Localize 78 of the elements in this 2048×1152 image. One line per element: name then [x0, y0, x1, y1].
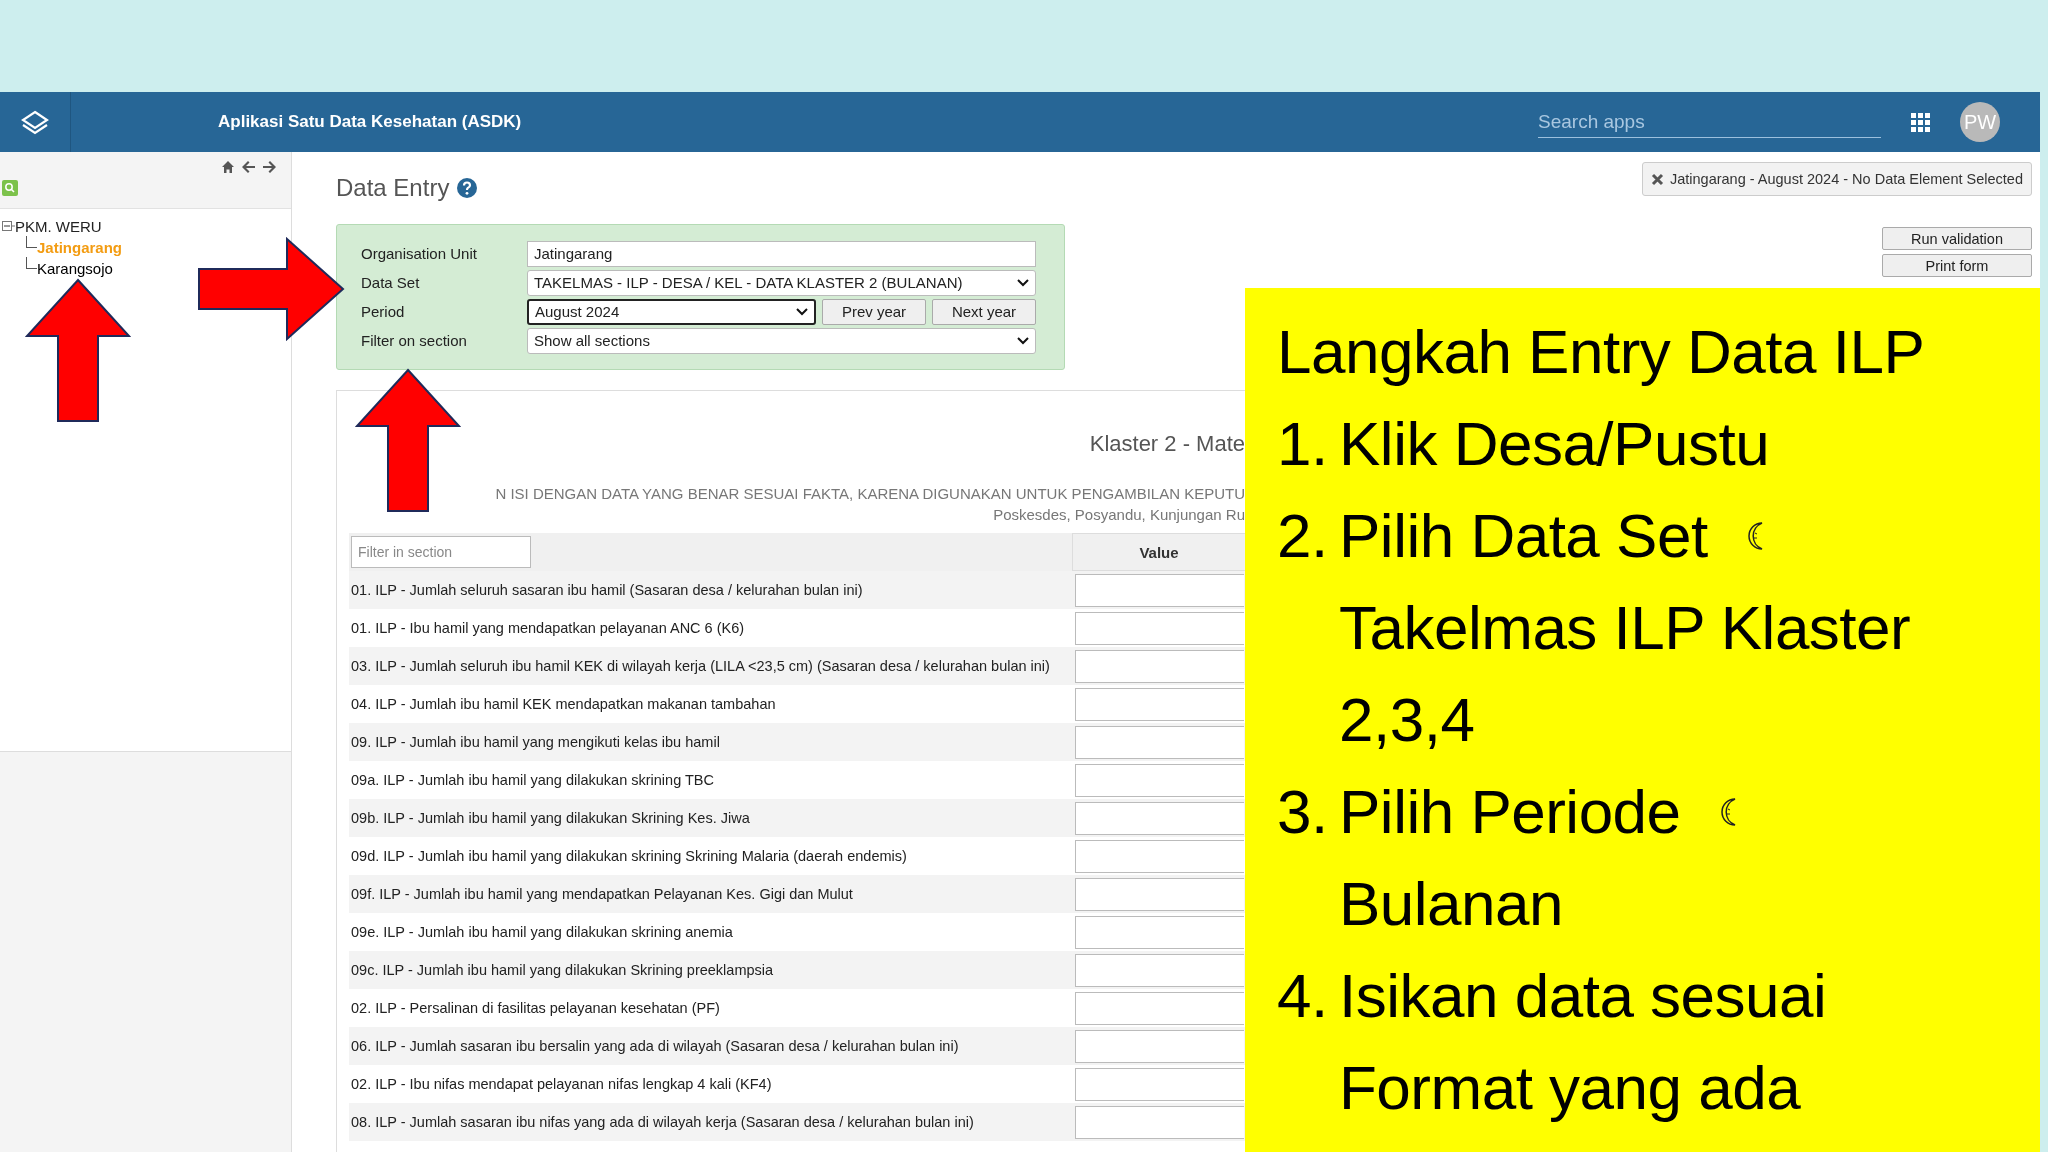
period-button[interactable]: Prev year: [822, 298, 926, 325]
step-number: 4.: [1277, 960, 1329, 1032]
field-label: Organisation Unit: [361, 245, 478, 262]
field-label: Period: [361, 303, 406, 320]
section-title: Klaster 2 - Mate: [1088, 431, 1245, 458]
step-number: 1.: [1277, 408, 1329, 480]
value-field[interactable]: [1075, 573, 1244, 607]
step-text: Pilih Data Set: [1339, 500, 1708, 572]
field-label: Data Set: [361, 274, 421, 291]
action-button[interactable]: Print form: [1882, 254, 2032, 277]
data-element-label: 02. ILP - Persalinan di fasilitas pelayanan kesehatan (PF): [350, 1000, 721, 1016]
column-header: Value: [1072, 533, 1245, 571]
step-number: 3.: [1277, 776, 1329, 848]
chevron-down-icon: [1017, 278, 1029, 287]
data-element-label: 04. ILP - Jumlah ibu hamil KEK mendapatkan makanan tambahan: [350, 696, 777, 712]
data-element-label: 06. ILP - Jumlah sasaran ibu bersalin yang ada di wilayah (Sasaran desa / kelurahan bulan ini): [350, 1038, 960, 1054]
data-element-label: 09d. ILP - Jumlah ibu hamil yang dilakukan skrining Skrining Malaria (daerah endemis): [350, 848, 908, 864]
value-field[interactable]: [1075, 1029, 1244, 1063]
step-text: Pilih Periode: [1339, 776, 1681, 848]
apps-grid-icon[interactable]: [1911, 112, 1930, 132]
value-field[interactable]: [1075, 915, 1244, 949]
search-field[interactable]: Search apps: [1538, 106, 1881, 138]
home-icon[interactable]: [221, 160, 235, 174]
forward-arrow-icon[interactable]: [262, 160, 277, 174]
step-text: Bulanan: [1339, 868, 1564, 940]
step-text: 2,3,4: [1339, 684, 1475, 756]
step-number: 2.: [1277, 500, 1329, 572]
callout-title: Langkah Entry Data ILP: [1277, 316, 1926, 388]
chevron-down-icon: [1017, 336, 1029, 345]
step-text: Isikan data sesuai: [1339, 960, 1827, 1032]
select-field[interactable]: TAKELMAS - ILP - DESA / KEL - DATA KLASTER 2 (BULANAN): [527, 269, 1036, 296]
help-icon[interactable]: [457, 178, 478, 198]
value-field[interactable]: [1075, 687, 1244, 721]
chevron-down-icon: [796, 307, 808, 316]
layers-logo-icon[interactable]: [20, 108, 50, 136]
data-element-label: 09a. ILP - Jumlah ibu hamil yang dilakukan skrining TBC: [350, 772, 715, 788]
section-subtitle: Poskesdes, Posyandu, Kunjungan Ru: [992, 506, 1245, 523]
value-field[interactable]: [1075, 649, 1244, 683]
close-icon[interactable]: [1650, 172, 1664, 186]
value-field[interactable]: [1075, 725, 1244, 759]
select-field[interactable]: August 2024: [527, 298, 816, 325]
search-icon[interactable]: [2, 180, 18, 196]
field-label: Filter on section: [361, 332, 468, 349]
value-field[interactable]: [1075, 1105, 1244, 1139]
status-text: Jatingarang - August 2024 - No Data Element Selected: [1669, 171, 2023, 187]
select-field[interactable]: Show all sections: [527, 327, 1036, 354]
data-element-label: 08. ILP - Jumlah sasaran ibu nifas yang ada di wilayah kerja (Sasaran desa / kelurahan bulan ini): [350, 1114, 975, 1130]
page-title: Data Entry: [336, 174, 450, 202]
period-button[interactable]: Next year: [932, 298, 1036, 325]
value-field[interactable]: [1075, 953, 1244, 987]
filter-field[interactable]: Filter in section: [351, 536, 531, 568]
value-field[interactable]: [1075, 801, 1244, 835]
data-element-label: 09. ILP - Jumlah ibu hamil yang mengikuti kelas ibu hamil: [350, 734, 721, 750]
data-element-label: 09b. ILP - Jumlah ibu hamil yang dilakukan Skrining Kes. Jiwa: [350, 810, 751, 826]
data-element-label: 03. ILP - Jumlah seluruh ibu hamil KEK di wilayah kerja (LILA <23,5 cm) (Sasaran desa / kelurahan bulan ini): [350, 658, 1051, 674]
data-element-label: 09e. ILP - Jumlah ibu hamil yang dilakukan skrining anemia: [350, 924, 734, 940]
app-title: Aplikasi Satu Data Kesehatan (ASDK): [218, 112, 523, 132]
data-element-label: 01. ILP - Jumlah seluruh sasaran ibu hamil (Sasaran desa / kelurahan bulan ini): [350, 582, 864, 598]
collapse-icon[interactable]: [2, 221, 15, 231]
step-text: Format yang ada: [1339, 1052, 1801, 1124]
data-element-label: 09c. ILP - Jumlah ibu hamil yang dilakukan Skrining preeklampsia: [350, 962, 775, 978]
data-element-label: 01. ILP - Ibu hamil yang mendapatkan pelayanan ANC 6 (K6): [350, 620, 746, 636]
step-text: Takelmas ILP Klaster: [1339, 592, 1911, 664]
step-text: Klik Desa/Pustu: [1339, 408, 1770, 480]
section-notice: N ISI DENGAN DATA YANG BENAR SESUAI FAKTA, KARENA DIGUNAKAN UNTUK PENGAMBILAN KEPUTU: [494, 485, 1245, 502]
data-element-label: 02. ILP - Ibu nifas mendapat pelayanan nifas lengkap 4 kali (KF4): [350, 1076, 773, 1092]
value-field[interactable]: [1075, 839, 1244, 873]
back-arrow-icon[interactable]: [241, 160, 256, 174]
data-element-label: 09f. ILP - Jumlah ibu hamil yang mendapatkan Pelayanan Kes. Gigi dan Mulut: [350, 886, 854, 902]
value-field[interactable]: [1075, 991, 1244, 1025]
action-button[interactable]: Run validation: [1882, 227, 2032, 250]
value-field[interactable]: [1075, 611, 1244, 645]
tree-item[interactable]: PKM. WERU: [15, 217, 102, 235]
value-field[interactable]: [1075, 877, 1244, 911]
tree-item[interactable]: Karangsojo: [37, 260, 113, 277]
text-field[interactable]: Jatingarang: [527, 240, 1036, 267]
value-field[interactable]: [1075, 1067, 1244, 1101]
value-field[interactable]: [1075, 763, 1244, 797]
